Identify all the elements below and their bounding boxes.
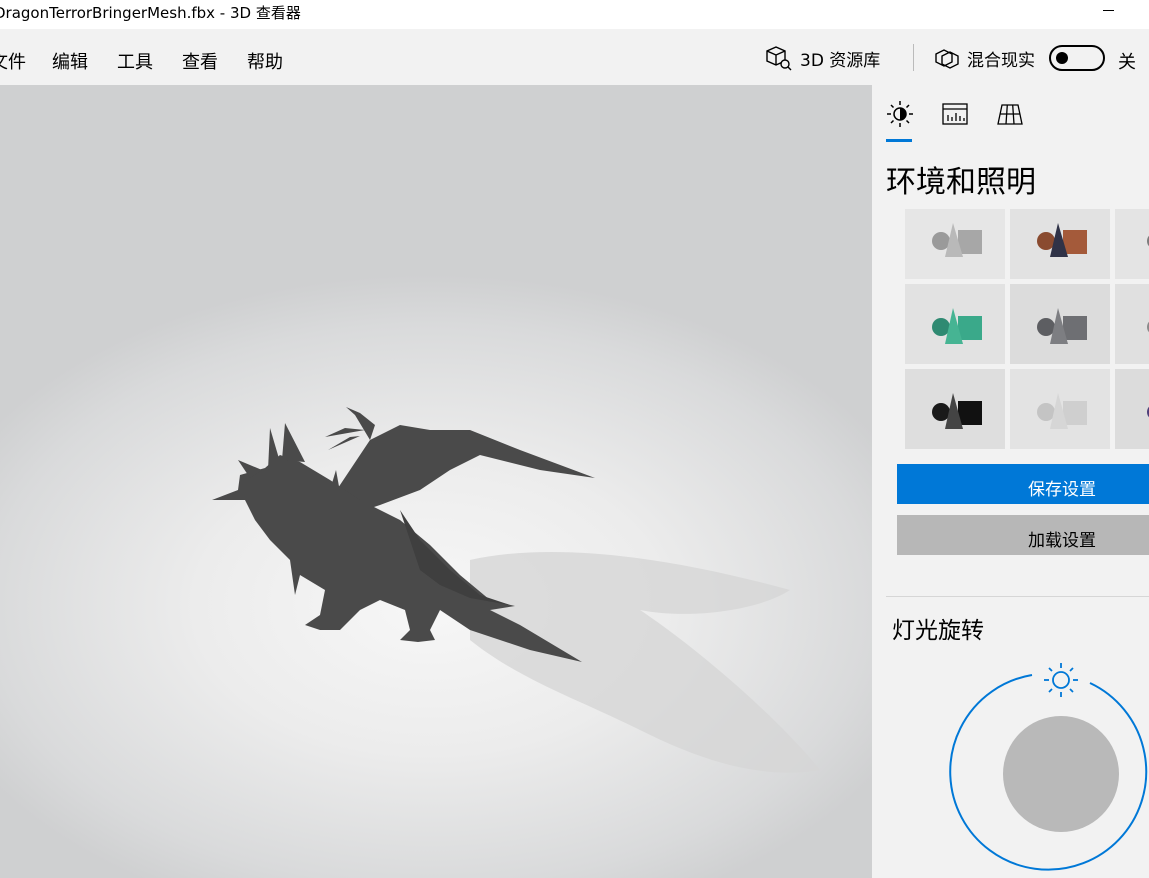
save-settings-label: 保存设置 bbox=[1028, 480, 1096, 500]
3d-library-label: 3D 资源库 bbox=[800, 50, 881, 71]
settings-panel: 环境和照明 保存设置 加载设置 灯光旋转 bbox=[872, 85, 1149, 878]
light-sun-icon[interactable] bbox=[1044, 663, 1078, 697]
shapes-preview-icon bbox=[905, 209, 1005, 279]
window-title: DragonTerrorBringerMesh.fbx - 3D 查看器 bbox=[0, 4, 301, 22]
tab-environment[interactable] bbox=[885, 99, 915, 129]
grid-icon bbox=[997, 104, 1023, 125]
environment-thumbnail-4[interactable] bbox=[905, 284, 1005, 364]
load-settings-label: 加载设置 bbox=[1028, 531, 1096, 551]
environment-thumbnail-5[interactable] bbox=[1010, 284, 1110, 364]
environment-thumbnail-7[interactable] bbox=[905, 369, 1005, 449]
shapes-preview-icon bbox=[1010, 369, 1110, 449]
shapes-preview-icon bbox=[1115, 284, 1149, 364]
menu-tools[interactable]: 工具 bbox=[117, 48, 153, 74]
title-bar: DragonTerrorBringerMesh.fbx - 3D 查看器 bbox=[0, 0, 1149, 29]
3d-library-button[interactable]: 3D 资源库 bbox=[764, 43, 880, 73]
tab-mesh[interactable] bbox=[995, 99, 1025, 129]
cube-library-icon bbox=[766, 46, 792, 71]
environment-thumbnail-3[interactable] bbox=[1115, 209, 1149, 279]
shapes-preview-icon bbox=[1115, 369, 1149, 449]
environment-thumbnail-8[interactable] bbox=[1010, 369, 1110, 449]
menu-divider bbox=[913, 44, 914, 71]
tab-statistics[interactable] bbox=[940, 99, 970, 129]
3d-viewport[interactable] bbox=[0, 85, 872, 878]
environment-thumbnail-6[interactable] bbox=[1115, 284, 1149, 364]
toggle-state-label: 关 bbox=[1118, 52, 1136, 73]
menu-bar: 文件 编辑 工具 查看 帮助 3D 资源库 混合现实 关 bbox=[0, 29, 1149, 85]
mixed-reality-icon bbox=[935, 49, 959, 69]
menu-help[interactable]: 帮助 bbox=[247, 48, 283, 74]
shapes-preview-icon bbox=[1115, 209, 1149, 279]
dragon-model[interactable] bbox=[0, 85, 872, 878]
menu-edit[interactable]: 编辑 bbox=[52, 48, 88, 74]
menu-file[interactable]: 文件 bbox=[0, 48, 26, 74]
environment-thumbnail-9[interactable] bbox=[1115, 369, 1149, 449]
light-dial-knob[interactable] bbox=[1003, 716, 1119, 832]
save-settings-button[interactable]: 保存设置 bbox=[897, 464, 1149, 504]
menu-view[interactable]: 查看 bbox=[182, 48, 218, 74]
panel-title: 环境和照明 bbox=[886, 165, 1036, 200]
mixed-reality-toggle[interactable] bbox=[1049, 45, 1105, 71]
shapes-preview-icon bbox=[1010, 284, 1110, 364]
light-rotation-dial[interactable] bbox=[872, 655, 1149, 878]
sun-icon bbox=[887, 101, 913, 127]
section-divider bbox=[886, 596, 1149, 597]
environment-thumbnail-2[interactable] bbox=[1010, 209, 1110, 279]
model-shadow bbox=[470, 551, 820, 773]
stats-icon bbox=[942, 103, 968, 125]
shapes-preview-icon bbox=[905, 284, 1005, 364]
active-tab-indicator bbox=[886, 139, 912, 142]
shapes-preview-icon bbox=[1010, 209, 1110, 279]
load-settings-button[interactable]: 加载设置 bbox=[897, 515, 1149, 555]
shapes-preview-icon bbox=[905, 369, 1005, 449]
mixed-reality-button[interactable]: 混合现实 bbox=[933, 43, 1035, 73]
mixed-reality-label: 混合现实 bbox=[967, 50, 1035, 71]
light-rotation-title: 灯光旋转 bbox=[892, 618, 984, 644]
minimize-button[interactable] bbox=[1100, 0, 1120, 24]
environment-thumbnail-1[interactable] bbox=[905, 209, 1005, 279]
